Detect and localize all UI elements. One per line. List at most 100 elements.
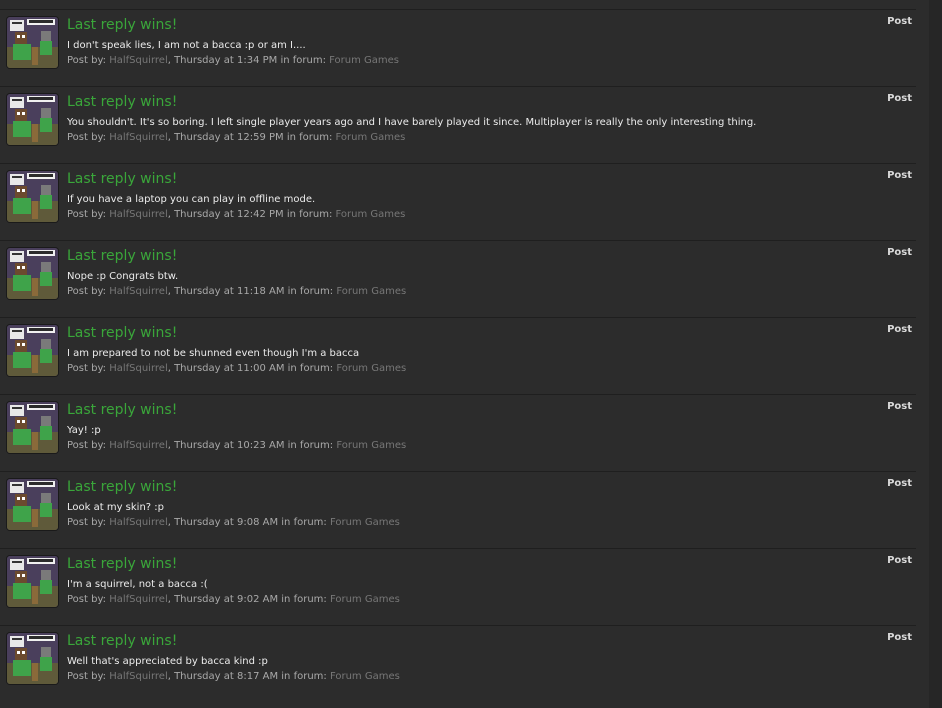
posted-by-label: Post by: bbox=[67, 286, 107, 297]
avatar[interactable] bbox=[7, 248, 58, 299]
post-meta: Post by: HalfSquirrel, Thursday at 9:02 … bbox=[67, 594, 400, 605]
content-type-label: Post bbox=[887, 170, 912, 181]
author-link[interactable]: HalfSquirrel bbox=[109, 440, 168, 451]
thread-title-link[interactable]: Last reply wins! bbox=[67, 248, 177, 264]
post-time: Thursday at 12:42 PM bbox=[174, 209, 284, 220]
in-forum-label: in forum: bbox=[287, 440, 334, 451]
posted-by-label: Post by: bbox=[67, 55, 107, 66]
forum-link[interactable]: Forum Games bbox=[336, 132, 406, 143]
avatar[interactable] bbox=[7, 556, 58, 607]
avatar[interactable] bbox=[7, 325, 58, 376]
forum-link[interactable]: Forum Games bbox=[336, 286, 406, 297]
posted-by-label: Post by: bbox=[67, 209, 107, 220]
post-time: Thursday at 9:02 AM bbox=[174, 594, 279, 605]
thread-title-link[interactable]: Last reply wins! bbox=[67, 479, 177, 495]
author-link[interactable]: HalfSquirrel bbox=[109, 209, 168, 220]
avatar[interactable] bbox=[7, 17, 58, 68]
posted-by-label: Post by: bbox=[67, 671, 107, 682]
post-meta: Post by: HalfSquirrel, Thursday at 11:18… bbox=[67, 286, 407, 297]
posted-by-label: Post by: bbox=[67, 440, 107, 451]
post-meta: Post by: HalfSquirrel, Thursday at 9:08 … bbox=[67, 517, 400, 528]
post-snippet: Look at my skin? :p bbox=[67, 502, 164, 513]
thread-title-link[interactable]: Last reply wins! bbox=[67, 402, 177, 418]
author-link[interactable]: HalfSquirrel bbox=[109, 517, 168, 528]
list-item: Last reply wins! Yay! :p Post by: HalfSq… bbox=[0, 394, 916, 471]
avatar[interactable] bbox=[7, 479, 58, 530]
forum-link[interactable]: Forum Games bbox=[336, 363, 406, 374]
in-forum-label: in forum: bbox=[287, 286, 334, 297]
content-type-label: Post bbox=[887, 324, 912, 335]
post-snippet: I'm a squirrel, not a bacca :( bbox=[67, 579, 208, 590]
author-link[interactable]: HalfSquirrel bbox=[109, 132, 168, 143]
thread-title-link[interactable]: Last reply wins! bbox=[67, 633, 177, 649]
author-link[interactable]: HalfSquirrel bbox=[109, 363, 168, 374]
forum-link[interactable]: Forum Games bbox=[329, 55, 399, 66]
author-link[interactable]: HalfSquirrel bbox=[109, 286, 168, 297]
forum-link[interactable]: Forum Games bbox=[336, 209, 406, 220]
search-results-list: Last reply wins! I don't speak lies, I a… bbox=[0, 0, 916, 702]
thread-title-link[interactable]: Last reply wins! bbox=[67, 556, 177, 572]
list-item: Last reply wins! Well that's appreciated… bbox=[0, 625, 916, 702]
post-time: Thursday at 11:00 AM bbox=[174, 363, 285, 374]
forum-link[interactable]: Forum Games bbox=[330, 671, 400, 682]
post-snippet: You shouldn't. It's so boring. I left si… bbox=[67, 117, 757, 128]
in-forum-label: in forum: bbox=[286, 132, 333, 143]
content-type-label: Post bbox=[887, 247, 912, 258]
content-type-label: Post bbox=[887, 555, 912, 566]
post-time: Thursday at 10:23 AM bbox=[174, 440, 285, 451]
post-time: Thursday at 1:34 PM bbox=[174, 55, 278, 66]
post-meta: Post by: HalfSquirrel, Thursday at 8:17 … bbox=[67, 671, 400, 682]
posted-by-label: Post by: bbox=[67, 517, 107, 528]
content-type-label: Post bbox=[887, 16, 912, 27]
post-meta: Post by: HalfSquirrel, Thursday at 12:42… bbox=[67, 209, 406, 220]
posted-by-label: Post by: bbox=[67, 363, 107, 374]
post-time: Thursday at 11:18 AM bbox=[174, 286, 285, 297]
post-time: Thursday at 12:59 PM bbox=[174, 132, 284, 143]
in-forum-label: in forum: bbox=[281, 671, 327, 682]
post-snippet: If you have a laptop you can play in off… bbox=[67, 194, 316, 205]
post-time: Thursday at 9:08 AM bbox=[174, 517, 279, 528]
avatar[interactable] bbox=[7, 402, 58, 453]
list-item: Last reply wins! I'm a squirrel, not a b… bbox=[0, 548, 916, 625]
post-meta: Post by: HalfSquirrel, Thursday at 10:23… bbox=[67, 440, 407, 451]
post-meta: Post by: HalfSquirrel, Thursday at 11:00… bbox=[67, 363, 407, 374]
post-snippet: I don't speak lies, I am not a bacca :p … bbox=[67, 40, 306, 51]
avatar[interactable] bbox=[7, 633, 58, 684]
in-forum-label: in forum: bbox=[281, 594, 327, 605]
list-item: Last reply wins! If you have a laptop yo… bbox=[0, 163, 916, 240]
list-item: Last reply wins! Look at my skin? :p Pos… bbox=[0, 471, 916, 548]
list-item: Last reply wins! I am prepared to not be… bbox=[0, 317, 916, 394]
author-link[interactable]: HalfSquirrel bbox=[109, 594, 168, 605]
list-item: Last reply wins! You shouldn't. It's so … bbox=[0, 86, 916, 163]
thread-title-link[interactable]: Last reply wins! bbox=[67, 171, 177, 187]
author-link[interactable]: HalfSquirrel bbox=[109, 55, 168, 66]
forum-link[interactable]: Forum Games bbox=[336, 440, 406, 451]
post-snippet: Well that's appreciated by bacca kind :p bbox=[67, 656, 268, 667]
avatar[interactable] bbox=[7, 94, 58, 145]
posted-by-label: Post by: bbox=[67, 132, 107, 143]
post-snippet: Yay! :p bbox=[67, 425, 101, 436]
in-forum-label: in forum: bbox=[286, 209, 333, 220]
author-link[interactable]: HalfSquirrel bbox=[109, 671, 168, 682]
content-type-label: Post bbox=[887, 93, 912, 104]
content-type-label: Post bbox=[887, 632, 912, 643]
post-snippet: Nope :p Congrats btw. bbox=[67, 271, 179, 282]
scrollbar-track[interactable] bbox=[929, 0, 942, 708]
forum-link[interactable]: Forum Games bbox=[330, 517, 400, 528]
thread-title-link[interactable]: Last reply wins! bbox=[67, 17, 177, 33]
in-forum-label: in forum: bbox=[281, 517, 327, 528]
post-time: Thursday at 8:17 AM bbox=[174, 671, 279, 682]
in-forum-label: in forum: bbox=[280, 55, 326, 66]
post-snippet: I am prepared to not be shunned even tho… bbox=[67, 348, 360, 359]
post-meta: Post by: HalfSquirrel, Thursday at 12:59… bbox=[67, 132, 406, 143]
thread-title-link[interactable]: Last reply wins! bbox=[67, 325, 177, 341]
posted-by-label: Post by: bbox=[67, 594, 107, 605]
list-item: Last reply wins! Nope :p Congrats btw. P… bbox=[0, 240, 916, 317]
post-meta: Post by: HalfSquirrel, Thursday at 1:34 … bbox=[67, 55, 400, 66]
thread-title-link[interactable]: Last reply wins! bbox=[67, 94, 177, 110]
in-forum-label: in forum: bbox=[287, 363, 334, 374]
content-type-label: Post bbox=[887, 478, 912, 489]
avatar[interactable] bbox=[7, 171, 58, 222]
forum-link[interactable]: Forum Games bbox=[330, 594, 400, 605]
list-item: Last reply wins! I don't speak lies, I a… bbox=[0, 9, 916, 86]
